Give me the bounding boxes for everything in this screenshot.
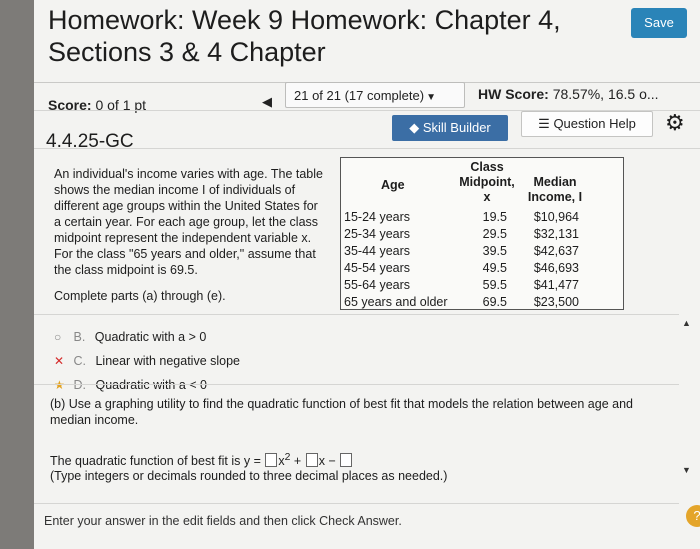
star-icon: ★ xyxy=(54,378,65,392)
page-title: Homework: Week 9 Homework: Chapter 4, Se… xyxy=(48,4,628,68)
table-row: 25-34 years 29.5 $32,131 xyxy=(344,227,579,241)
skill-builder-button[interactable]: ◆ Skill Builder xyxy=(392,115,508,141)
answer-hint: (Type integers or decimals rounded to th… xyxy=(50,469,448,483)
divider xyxy=(34,384,679,385)
footer-instruction: Enter your answer in the edit fields and… xyxy=(44,514,402,528)
scroll-down-icon[interactable]: ▼ xyxy=(682,465,691,475)
table-row: 35-44 years 39.5 $42,637 xyxy=(344,244,579,258)
table-row: 15-24 years 19.5 $10,964 xyxy=(344,210,579,224)
divider xyxy=(34,314,679,315)
question-help-button[interactable]: ☰ Question Help xyxy=(521,111,653,137)
hw-score-value: 78.57%, 16.5 o... xyxy=(552,86,659,102)
answer-line: The quadratic function of best fit is y … xyxy=(50,452,353,468)
chevron-down-icon: ▼ xyxy=(426,92,436,103)
table-row: 55-64 years 59.5 $41,477 xyxy=(344,278,579,292)
question-number: 4.4.25-GC xyxy=(46,131,134,152)
hw-score: HW Score: 78.57%, 16.5 o... xyxy=(478,86,659,102)
skill-builder-icon: ◆ xyxy=(409,120,420,135)
table-row: 45-54 years 49.5 $46,693 xyxy=(344,261,579,275)
divider xyxy=(34,148,700,149)
incorrect-x-icon: ✕ xyxy=(54,354,65,368)
col-header-age: Age xyxy=(381,178,405,192)
question-selector[interactable]: 21 of 21 (17 complete) ▼ xyxy=(285,82,465,108)
problem-text: An individual's income varies with age. … xyxy=(54,167,323,277)
gear-icon[interactable]: ⚙ xyxy=(665,110,685,136)
option-b[interactable]: ○ B. Quadratic with a > 0 xyxy=(54,330,206,344)
coefficient-a-input[interactable] xyxy=(265,453,278,468)
col-header-income: Median Income, I xyxy=(527,175,583,204)
option-c[interactable]: ✕ C. Linear with negative slope xyxy=(54,354,240,368)
coefficient-b-input[interactable] xyxy=(305,453,318,468)
list-icon: ☰ xyxy=(538,116,550,131)
parts-instruction: Complete parts (a) through (e). xyxy=(54,289,226,303)
divider xyxy=(34,503,679,504)
title-line-2: Sections 3 & 4 Chapter xyxy=(48,37,326,67)
income-table: Age Class Midpoint, x Median Income, I 1… xyxy=(340,157,624,310)
scroll-up-icon[interactable]: ▲ xyxy=(682,318,691,328)
homework-screen: Homework: Week 9 Homework: Chapter 4, Se… xyxy=(34,0,700,549)
coefficient-c-input[interactable] xyxy=(340,453,353,468)
part-b-text: (b) Use a graphing utility to find the q… xyxy=(50,397,633,427)
table-row: 65 years and older 69.5 $23,500 xyxy=(344,295,579,309)
radio-icon: ○ xyxy=(54,330,62,344)
col-header-midpoint: Class Midpoint, x xyxy=(459,160,515,204)
previous-question-icon[interactable]: ◀ xyxy=(262,94,272,110)
save-button[interactable]: Save xyxy=(631,8,687,38)
option-d[interactable]: ★ D. Quadratic with a < 0 xyxy=(54,378,207,392)
title-line-1: Homework: Week 9 Homework: Chapter 4, xyxy=(48,5,561,35)
